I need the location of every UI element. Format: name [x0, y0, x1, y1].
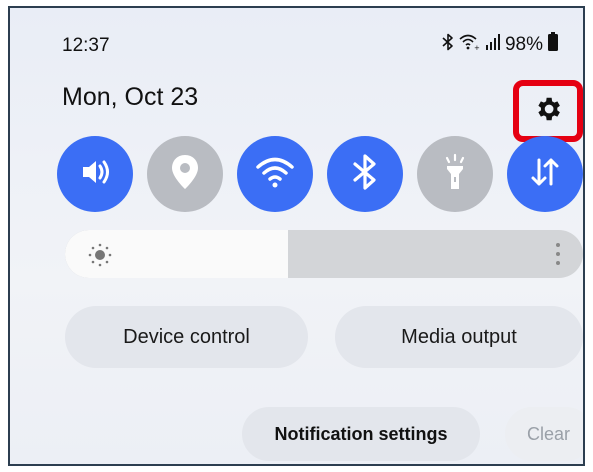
tile-mobile-data[interactable] — [507, 136, 583, 212]
more-vertical-icon[interactable] — [555, 240, 561, 273]
media-output-button[interactable]: Media output — [335, 306, 583, 368]
tile-flashlight[interactable] — [417, 136, 493, 212]
quick-tiles — [57, 136, 583, 216]
wifi-icon — [255, 155, 295, 194]
bluetooth-icon — [350, 153, 380, 196]
sun-icon — [87, 242, 113, 273]
gear-icon[interactable] — [533, 94, 563, 129]
mobile-data-icon — [528, 154, 562, 195]
quick-panel: 12:37 + 98% Mon, Oct 23 Device control M… — [8, 6, 585, 466]
battery-icon — [547, 32, 559, 57]
clear-button[interactable]: Clear — [505, 407, 583, 461]
tile-wifi[interactable] — [237, 136, 313, 212]
wifi-calling-icon: + — [459, 33, 481, 56]
brightness-slider[interactable] — [65, 230, 583, 278]
location-icon — [168, 153, 202, 196]
tile-location[interactable] — [147, 136, 223, 212]
device-control-button[interactable]: Device control — [65, 306, 308, 368]
svg-text:+: + — [474, 44, 480, 51]
date-label: Mon, Oct 23 — [62, 83, 199, 111]
tile-sound[interactable] — [57, 136, 133, 212]
notification-settings-button[interactable]: Notification settings — [242, 407, 480, 461]
battery-percent: 98% — [504, 33, 543, 55]
signal-icon — [485, 33, 501, 56]
status-time: 12:37 — [62, 35, 110, 56]
flashlight-icon — [440, 152, 470, 197]
status-icons: + 98% — [441, 32, 559, 57]
settings-button[interactable] — [513, 80, 583, 142]
tile-bluetooth[interactable] — [327, 136, 403, 212]
bluetooth-icon — [441, 33, 455, 56]
status-bar: 12:37 + 98% — [10, 8, 583, 68]
sound-icon — [77, 154, 113, 195]
